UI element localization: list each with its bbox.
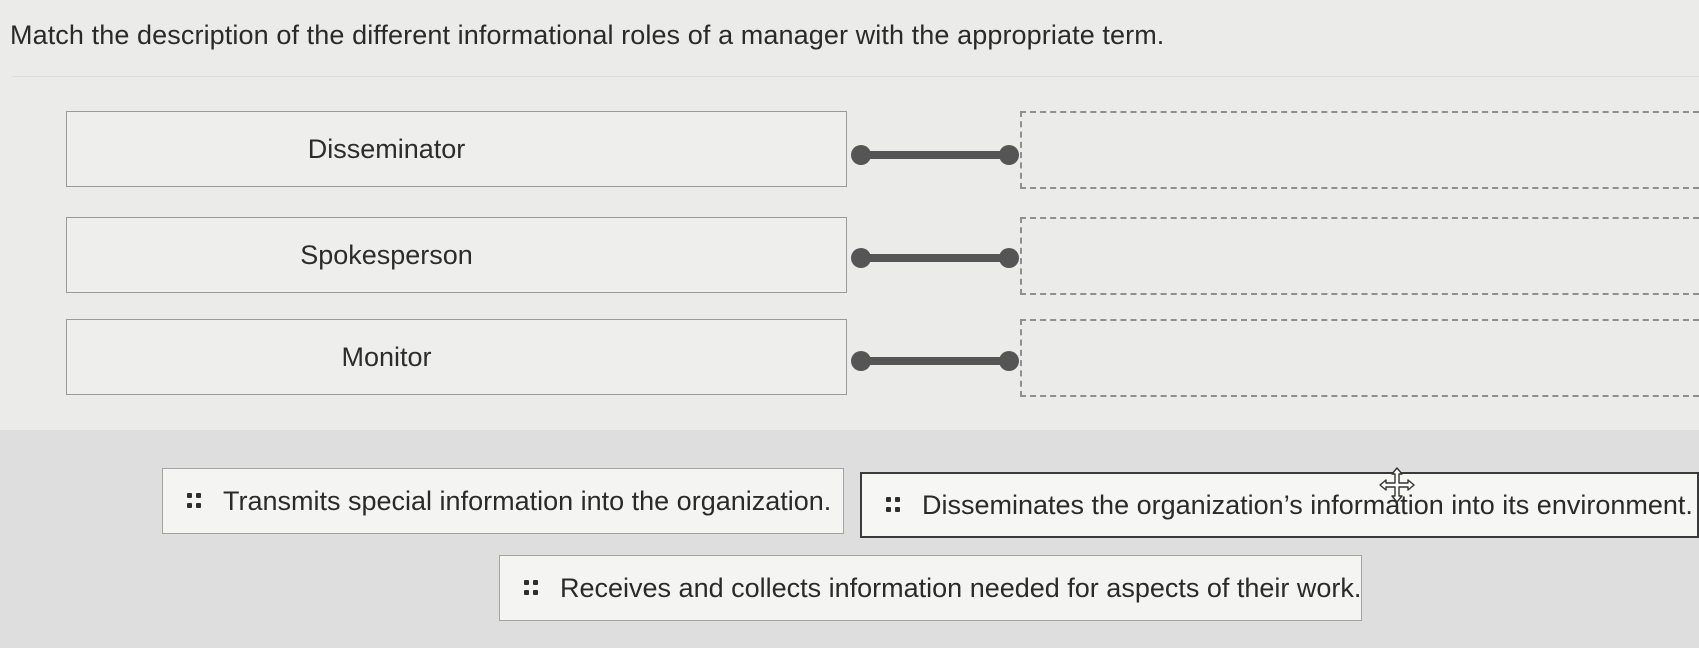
drop-zone-1[interactable] [1020, 111, 1699, 189]
term-label: Spokesperson [300, 239, 473, 270]
answer-label: Disseminates the organization’s informat… [922, 489, 1693, 520]
term-monitor: Monitor [66, 319, 847, 395]
connector-line [851, 248, 1019, 268]
term-disseminator: Disseminator [66, 111, 847, 187]
term-label: Monitor [341, 341, 432, 372]
question-text: Match the description of the different i… [10, 20, 1165, 50]
answer-disseminates[interactable]: Disseminates the organization’s informat… [860, 472, 1699, 538]
move-cursor-icon [1379, 467, 1415, 503]
term-label: Disseminator [307, 133, 466, 164]
connector-line [851, 351, 1019, 371]
drop-zone-2[interactable] [1020, 217, 1699, 295]
answer-label: Transmits special information into the o… [223, 485, 832, 516]
divider [12, 76, 1699, 77]
answer-receives[interactable]: Receives and collects information needed… [499, 555, 1362, 621]
answer-label: Receives and collects information needed… [560, 572, 1362, 603]
drop-zone-3[interactable] [1020, 319, 1699, 397]
connector-line [851, 145, 1019, 165]
drag-handle-icon [185, 492, 209, 510]
term-spokesperson: Spokesperson [66, 217, 847, 293]
drag-handle-icon [522, 579, 546, 597]
answer-transmits[interactable]: Transmits special information into the o… [162, 468, 844, 534]
drag-handle-icon [884, 496, 908, 514]
matching-question-page: Match the description of the different i… [0, 0, 1699, 648]
